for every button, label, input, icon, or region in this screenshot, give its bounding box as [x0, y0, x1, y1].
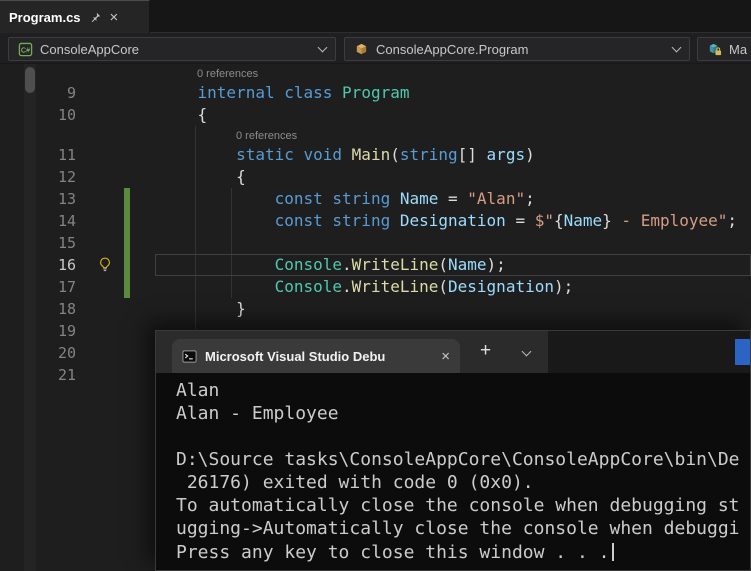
console-line: Alan — [176, 380, 220, 401]
code-text: } — [159, 299, 246, 318]
code-text: { — [159, 105, 208, 124]
method-private-icon — [707, 42, 722, 57]
document-tab-strip: Program.cs × — [0, 0, 751, 33]
line-number: 19 — [57, 322, 76, 340]
console-line: Press any key to close this window . . . — [176, 540, 750, 563]
console-line: Alan - Employee — [176, 403, 339, 424]
code-text: Console.WriteLine(Name); — [274, 255, 506, 274]
type-dropdown-label: ConsoleAppCore.Program — [376, 41, 529, 57]
console-line: D:\Source tasks\ConsoleAppCore\ConsoleAp… — [176, 449, 740, 470]
csharp-project-icon: C# — [18, 42, 33, 57]
project-dropdown[interactable]: C# ConsoleAppCore — [8, 37, 336, 61]
change-bar — [124, 232, 130, 254]
line-number: 17 — [57, 278, 76, 296]
console-tab[interactable]: Microsoft Visual Studio Debu × — [172, 339, 460, 373]
console-line: To automatically close the console when … — [176, 495, 740, 516]
line-number: 15 — [57, 234, 76, 252]
navigation-bar: C# ConsoleAppCore ConsoleAppCore.Program… — [0, 33, 751, 64]
line-number: 20 — [57, 344, 76, 362]
terminal-cursor — [612, 543, 615, 561]
code-text: static void Main(string[] args) — [236, 145, 535, 164]
member-dropdown-label: Ma — [729, 41, 748, 57]
code-line: 11 static void Main(string[] args) — [0, 144, 751, 166]
code-text: internal class Program — [197, 83, 410, 102]
document-tab-title: Program.cs — [9, 9, 81, 25]
close-icon[interactable]: × — [110, 10, 119, 25]
code-line: 12 { — [0, 166, 751, 188]
console-body[interactable]: Alan Alan - Employee D:\Source tasks\Conso… — [156, 373, 750, 570]
console-tab-title: Microsoft Visual Studio Debu — [205, 348, 386, 364]
member-dropdown[interactable]: Ma — [697, 37, 751, 61]
codelens-references[interactable]: 0 references — [236, 127, 297, 145]
chevron-down-icon — [671, 42, 682, 52]
code-line: 14 const string Designation = $"{Name} -… — [0, 210, 751, 232]
code-text: const string Name = "Alan"; — [274, 189, 535, 208]
codelens-references[interactable]: 0 references — [197, 65, 258, 83]
line-number: 11 — [57, 146, 76, 164]
code-text: const string Designation = $"{Name} - Em… — [274, 211, 738, 230]
console-tab-close-icon[interactable]: × — [441, 349, 450, 364]
line-number: 16 — [57, 256, 76, 274]
svg-text:C#: C# — [21, 47, 30, 54]
ide-window: Program.cs × C# ConsoleAppCore ConsoleAp… — [0, 0, 751, 571]
new-tab-button[interactable]: + — [480, 341, 491, 360]
code-line: 10 { — [0, 104, 751, 126]
console-line: 26176) exited with code 0 (0x0). — [176, 472, 534, 493]
change-bar — [124, 210, 130, 232]
document-tab-programcs[interactable]: Program.cs × — [0, 0, 150, 33]
line-number: 9 — [66, 84, 76, 102]
console-window: Microsoft Visual Studio Debu × + Alan Ala… — [155, 330, 751, 571]
type-dropdown[interactable]: ConsoleAppCore.Program — [344, 37, 690, 61]
code-line: 16 Console.WriteLine(Name); — [0, 254, 751, 276]
lightbulb-icon[interactable] — [97, 257, 113, 273]
code-line: 17 Console.WriteLine(Designation); — [0, 276, 751, 298]
obscured-ui-fragment — [735, 339, 750, 365]
chevron-down-icon — [317, 42, 328, 52]
console-line: ugging->Automatically close the console … — [176, 518, 740, 539]
code-line: 15 — [0, 232, 751, 254]
codelens-row: 0 references — [0, 64, 751, 82]
code-text: Console.WriteLine(Designation); — [274, 277, 574, 296]
codelens-row: 0 references — [0, 126, 751, 144]
line-number: 18 — [57, 300, 76, 318]
project-dropdown-label: ConsoleAppCore — [40, 41, 140, 57]
line-number: 12 — [57, 168, 76, 186]
class-icon — [354, 42, 369, 57]
code-text: { — [159, 167, 246, 186]
chevron-down-icon — [521, 346, 531, 356]
change-bar — [124, 188, 130, 210]
line-number: 13 — [57, 190, 76, 208]
line-number: 21 — [57, 366, 76, 384]
line-number: 10 — [57, 106, 76, 124]
code-line: 18 } — [0, 298, 751, 320]
change-bar — [124, 254, 130, 276]
code-line: 9 internal class Program — [0, 82, 751, 104]
change-bar — [124, 276, 130, 298]
terminal-icon — [182, 349, 197, 364]
tab-dropdown-button[interactable] — [518, 345, 534, 361]
line-number: 14 — [57, 212, 76, 230]
console-titlebar[interactable]: Microsoft Visual Studio Debu × + — [156, 331, 750, 373]
code-line: 13 const string Name = "Alan"; — [0, 188, 751, 210]
pin-icon[interactable] — [89, 11, 102, 24]
